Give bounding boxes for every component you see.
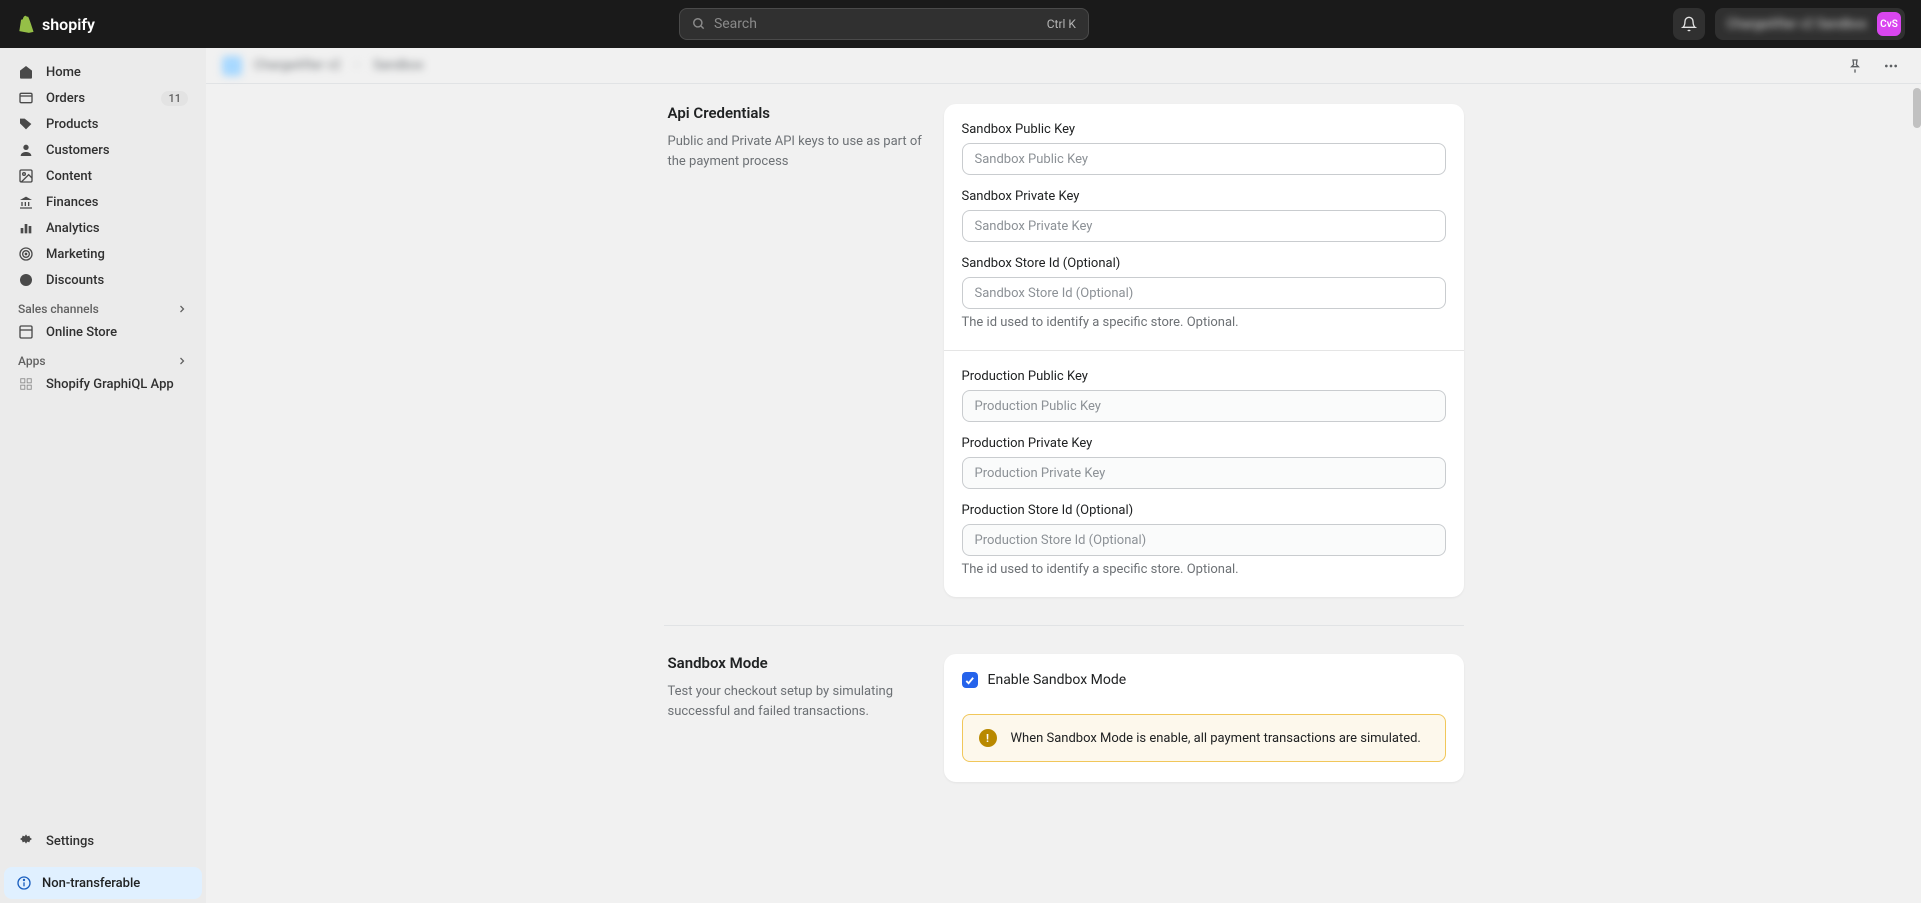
sidebar-item-label: Marketing [46,247,105,262]
logo[interactable]: shopify [16,13,95,35]
sidebar-item-label: Orders [46,91,85,106]
field-label: Production Private Key [962,436,1446,451]
sidebar-item-online-store[interactable]: Online Store [8,320,198,344]
store-name: ChargeAfter v2 Sandbox [1727,17,1867,32]
home-icon [18,64,34,80]
app-icon [222,56,242,76]
apps-header[interactable]: Apps [0,346,206,372]
sales-channels-header[interactable]: Sales channels [0,294,206,320]
page-header: ChargeAfter v2 – Sandbox [206,48,1921,84]
checkbox-label: Enable Sandbox Mode [988,672,1127,688]
info-icon [16,875,32,891]
topbar: shopify Search Ctrl K ChargeAfter v2 San… [0,0,1921,48]
store-switcher[interactable]: ChargeAfter v2 Sandbox CvS [1715,8,1905,40]
section-title: Api Credentials [668,104,924,122]
sidebar-item-graphiql[interactable]: Shopify GraphiQL App [8,372,198,396]
field-help: The id used to identify a specific store… [962,562,1446,577]
chevron-right-icon [176,355,188,367]
field-label: Sandbox Private Key [962,189,1446,204]
target-icon [18,246,34,262]
logo-text: shopify [42,15,95,34]
production-private-key-input[interactable] [962,457,1446,489]
field-label: Sandbox Store Id (Optional) [962,256,1446,271]
main-content: ChargeAfter v2 – Sandbox Api Credentials… [206,48,1921,903]
search-icon [692,17,706,31]
bell-icon [1681,16,1697,32]
inbox-icon [18,90,34,106]
bank-icon [18,194,34,210]
image-icon [18,168,34,184]
sidebar-item-label: Online Store [46,325,117,340]
sidebar-item-finances[interactable]: Finances [8,190,198,214]
search-input[interactable]: Search Ctrl K [679,8,1089,40]
orders-badge: 11 [161,91,188,106]
more-button[interactable] [1877,52,1905,80]
gear-icon [18,833,34,849]
section-desc: Test your checkout setup by simulating s… [668,682,924,721]
section-api-credentials: Api Credentials Public and Private API k… [664,104,1464,617]
sidebar: Home Orders 11 Products Customers Content… [0,48,206,903]
scrollbar[interactable] [1913,88,1921,128]
sidebar-item-marketing[interactable]: Marketing [8,242,198,266]
non-transferable-pill[interactable]: Non-transferable [4,867,202,899]
section-title: Sandbox Mode [668,654,924,672]
user-icon [18,142,34,158]
chevron-right-icon [176,303,188,315]
more-icon [1883,58,1899,74]
avatar: CvS [1877,12,1901,36]
sandbox-public-key-input[interactable] [962,143,1446,175]
discount-icon [18,272,34,288]
chart-icon [18,220,34,236]
field-label: Sandbox Public Key [962,122,1446,137]
field-help: The id used to identify a specific store… [962,315,1446,330]
sidebar-item-home[interactable]: Home [8,60,198,84]
shopify-bag-icon [16,13,36,35]
sidebar-item-analytics[interactable]: Analytics [8,216,198,240]
pin-icon [1847,58,1863,74]
sidebar-item-label: Customers [46,143,110,158]
sidebar-item-label: Shopify GraphiQL App [46,377,174,392]
store-icon [18,324,34,340]
pin-button[interactable] [1841,52,1869,80]
sidebar-item-label: Products [46,117,98,132]
enable-sandbox-checkbox[interactable] [962,672,978,688]
sidebar-item-customers[interactable]: Customers [8,138,198,162]
banner-text: When Sandbox Mode is enable, all payment… [1011,731,1421,746]
sandbox-private-key-input[interactable] [962,210,1446,242]
sandbox-warning-banner: ! When Sandbox Mode is enable, all payme… [962,714,1446,762]
sidebar-item-label: Settings [46,834,94,849]
section-desc: Public and Private API keys to use as pa… [668,132,924,171]
sidebar-item-label: Home [46,65,81,80]
production-store-id-input[interactable] [962,524,1446,556]
search-shortcut: Ctrl K [1047,17,1076,31]
sidebar-item-label: Finances [46,195,98,210]
sidebar-item-label: Content [46,169,92,184]
field-label: Production Public Key [962,369,1446,384]
sidebar-item-products[interactable]: Products [8,112,198,136]
breadcrumb: ChargeAfter v2 – Sandbox [222,56,423,76]
sandbox-store-id-input[interactable] [962,277,1446,309]
search-placeholder: Search [714,16,757,32]
tag-icon [18,116,34,132]
check-icon [964,675,975,686]
warning-icon: ! [979,729,997,747]
sidebar-item-label: Analytics [46,221,100,236]
sidebar-item-content[interactable]: Content [8,164,198,188]
notifications-button[interactable] [1673,8,1705,40]
field-label: Production Store Id (Optional) [962,503,1446,518]
section-sandbox-mode: Sandbox Mode Test your checkout setup by… [664,625,1464,802]
production-public-key-input[interactable] [962,390,1446,422]
sidebar-item-orders[interactable]: Orders 11 [8,86,198,110]
sidebar-item-label: Discounts [46,273,104,288]
app-icon [18,376,34,392]
sidebar-item-settings[interactable]: Settings [8,829,198,853]
sidebar-item-discounts[interactable]: Discounts [8,268,198,292]
